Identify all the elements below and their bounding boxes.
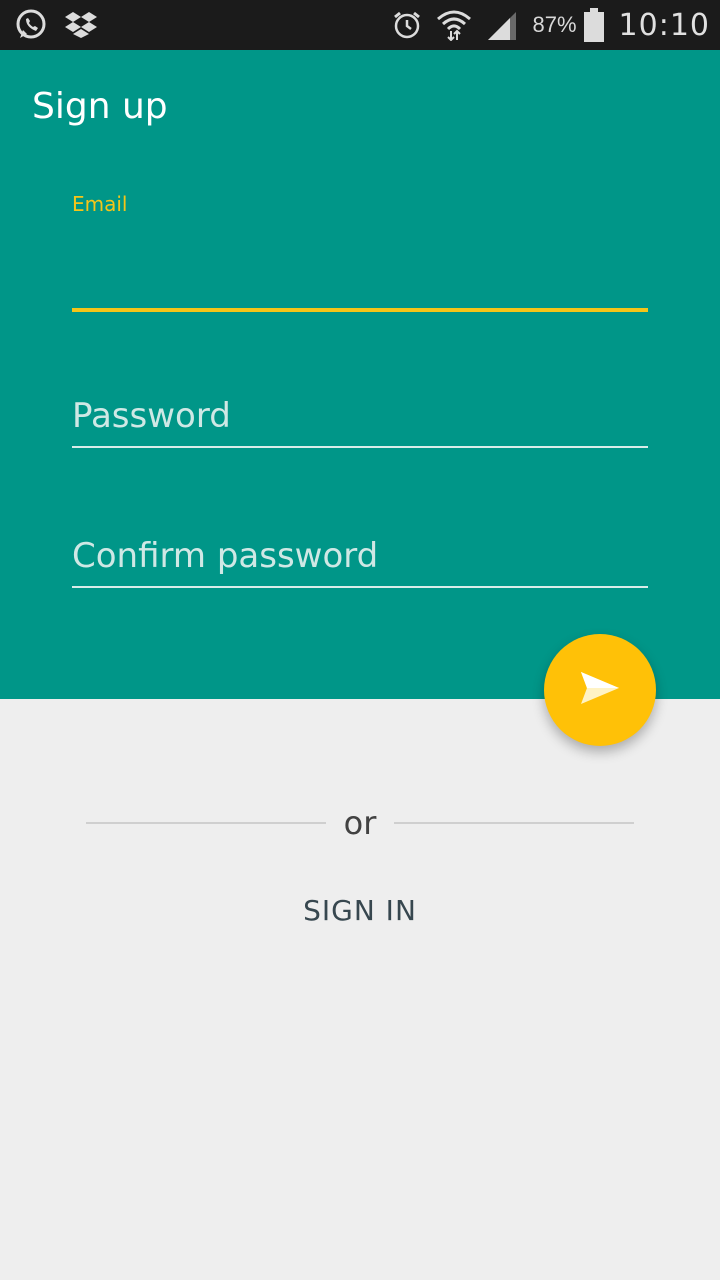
wifi-icon — [436, 9, 472, 41]
status-bar-left — [14, 0, 114, 50]
send-icon — [580, 671, 620, 709]
password-field[interactable] — [72, 386, 648, 448]
battery-percent: 87% — [532, 12, 577, 37]
or-text: or — [343, 804, 377, 842]
battery-icon — [583, 8, 605, 42]
submit-fab-button[interactable] — [544, 634, 656, 746]
divider-line-left — [86, 822, 326, 824]
email-underline — [72, 308, 648, 312]
signup-header: Sign up Email — [0, 50, 720, 699]
confirm-password-underline — [72, 586, 648, 588]
email-input[interactable] — [72, 260, 648, 312]
alarm-icon — [392, 10, 422, 40]
status-clock: 10:10 — [618, 7, 710, 43]
confirm-password-input[interactable] — [72, 536, 648, 588]
dropbox-icon — [64, 10, 98, 40]
status-bar: 87% 10:10 — [0, 0, 720, 50]
email-field[interactable]: Email — [72, 192, 648, 312]
page-title: Sign up — [32, 86, 168, 127]
confirm-password-field[interactable] — [72, 526, 648, 588]
whatsapp-icon — [14, 8, 48, 42]
or-divider: or — [86, 800, 635, 846]
sign-in-button[interactable]: SIGN IN — [260, 880, 460, 940]
password-underline — [72, 446, 648, 448]
password-input[interactable] — [72, 396, 648, 448]
email-label: Email — [72, 192, 128, 216]
signal-icon — [486, 10, 518, 40]
status-bar-right: 87% 10:10 — [378, 0, 710, 50]
divider-line-right — [394, 822, 635, 824]
